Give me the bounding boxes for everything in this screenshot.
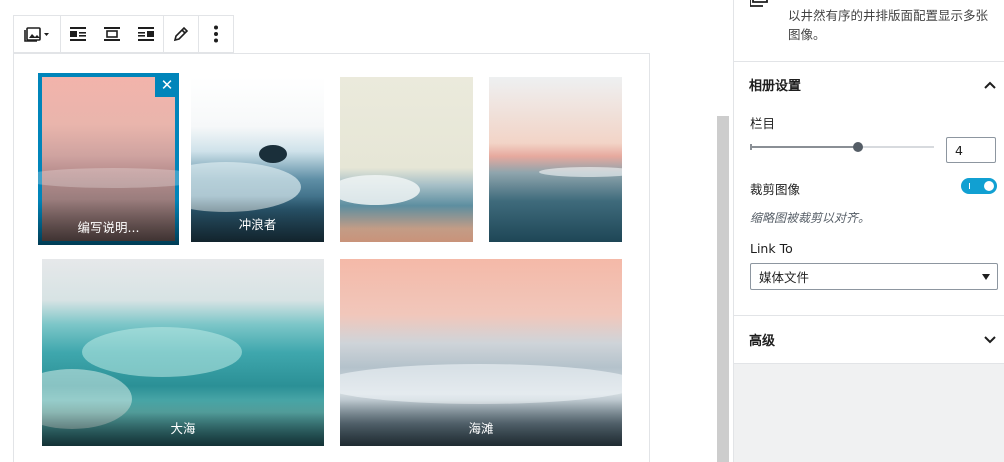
remove-image-button[interactable]: ✕ <box>155 73 179 97</box>
chevron-up-icon <box>984 81 996 89</box>
dropdown-arrow-icon <box>982 273 990 280</box>
link-to-label: Link To <box>750 241 793 256</box>
gallery-settings-panel-toggle[interactable]: 相册设置 <box>734 61 1004 107</box>
align-right-button[interactable] <box>129 16 163 52</box>
panel-title: 相册设置 <box>749 79 802 94</box>
columns-slider-handle[interactable] <box>853 142 863 152</box>
edit-gallery-button[interactable] <box>164 16 198 52</box>
align-center-icon <box>104 27 120 41</box>
gallery-image-2[interactable]: 冲浪者 <box>191 77 324 242</box>
gallery-image-6[interactable]: 海滩 <box>340 259 622 446</box>
gallery-icon <box>24 27 49 42</box>
change-block-type-button[interactable] <box>14 16 60 52</box>
columns-number-input[interactable]: 4 <box>946 137 996 163</box>
image-caption: 冲浪者 <box>238 217 277 232</box>
align-right-icon <box>138 27 154 41</box>
crop-images-help: 缩略图被裁剪以对齐。 <box>750 211 871 225</box>
align-left-button[interactable] <box>61 16 95 52</box>
panel-title: 高级 <box>749 334 776 349</box>
gallery-image-4[interactable] <box>489 77 622 242</box>
gallery-image-3[interactable] <box>340 77 473 242</box>
gallery-block-icon <box>750 0 768 7</box>
block-description: 以井然有序的井排版面配置显示多张图像。 <box>788 8 989 42</box>
image-caption: 大海 <box>170 421 196 436</box>
gallery-block: ✕ 编写说明... 冲浪者 大海 海滩 <box>13 53 650 462</box>
link-to-select[interactable]: 媒体文件 <box>750 263 998 290</box>
advanced-panel-toggle[interactable]: 高级 <box>734 315 1004 363</box>
chevron-down-icon <box>984 335 996 343</box>
image-caption-input[interactable]: 编写说明... <box>78 217 140 236</box>
more-options-button[interactable] <box>199 16 233 52</box>
gallery-image-5[interactable]: 大海 <box>42 259 324 446</box>
align-center-button[interactable] <box>95 16 129 52</box>
edit-pencil-icon <box>173 26 189 42</box>
sidebar-empty-area <box>734 363 1004 462</box>
columns-slider-start <box>750 144 752 150</box>
align-left-icon <box>70 27 86 41</box>
block-toolbar <box>13 15 234 53</box>
more-vertical-icon <box>214 25 218 43</box>
columns-label: 栏目 <box>750 116 776 131</box>
image-caption: 海滩 <box>468 421 494 436</box>
gallery-image-1[interactable]: ✕ 编写说明... <box>38 73 179 245</box>
editor-screen: ✕ 编写说明... 冲浪者 大海 海滩 以井然有序的井排版面配置显示多张图像。 … <box>0 0 1004 462</box>
settings-sidebar: 以井然有序的井排版面配置显示多张图像。 相册设置 栏目 4 裁剪图像 缩略图被裁… <box>733 0 1004 462</box>
editor-scrollbar[interactable] <box>717 116 729 462</box>
crop-images-toggle[interactable] <box>961 178 997 194</box>
link-to-value: 媒体文件 <box>759 270 810 285</box>
crop-images-label: 裁剪图像 <box>750 182 801 197</box>
close-icon: ✕ <box>160 76 174 94</box>
columns-slider-fill <box>750 146 858 148</box>
